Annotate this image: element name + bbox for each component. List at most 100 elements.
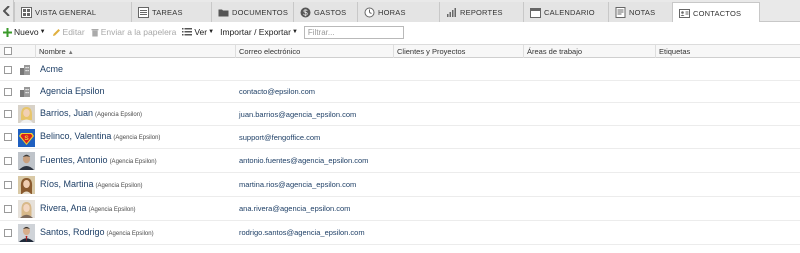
row-checkbox[interactable]: [4, 88, 12, 96]
contact-company: (Agencia Epsilon): [95, 183, 143, 189]
trash-button[interactable]: Enviar a la papelera: [91, 27, 177, 37]
notes-icon: [615, 6, 626, 18]
contact-email[interactable]: antonio.fuentes@agencia_epsilon.com: [239, 156, 368, 165]
contact-company: (Agencia Epsilon): [106, 231, 154, 237]
grid-header: Nombre ▲ Correo electrónico Clientes y P…: [0, 44, 800, 58]
toolbar: Nuevo ▼ Editar Enviar a la papelera Ver ▼ …: [0, 22, 800, 42]
column-header-clients[interactable]: Clientes y Proyectos: [394, 45, 524, 58]
import-export-button[interactable]: Importar / Exportar ▼: [220, 27, 298, 37]
trash-icon: [91, 28, 99, 36]
edit-button[interactable]: Editar: [52, 27, 85, 37]
contact-email[interactable]: martina.rios@agencia_epsilon.com: [239, 180, 356, 189]
chevron-down-icon: ▼: [208, 29, 215, 35]
tab-tasks[interactable]: TAREAS: [131, 2, 211, 22]
contact-name[interactable]: Ríos, Martina (Agencia Epsilon): [40, 179, 143, 189]
calendar-icon: [530, 7, 541, 18]
avatar: S: [18, 129, 35, 147]
tab-label: NOTAS: [629, 7, 656, 17]
tasks-icon: [138, 6, 149, 18]
overview-icon: [21, 6, 32, 18]
contact-name[interactable]: Agencia Epsilon: [40, 86, 105, 96]
tab-label: TAREAS: [152, 7, 183, 17]
plus-icon: [3, 27, 12, 37]
tab-label: VISTA GENERAL: [35, 7, 97, 17]
contact-email[interactable]: ana.rivera@agencia_epsilon.com: [239, 204, 350, 213]
tab-label: HORAS: [378, 7, 406, 17]
select-all-checkbox[interactable]: [4, 47, 12, 55]
contact-name[interactable]: Fuentes, Antonio (Agencia Epsilon): [40, 155, 157, 165]
svg-text:S: S: [24, 135, 29, 142]
tab-label: CONTACTOS: [693, 8, 742, 18]
view-button-label: Ver: [194, 27, 208, 37]
back-button[interactable]: [0, 0, 14, 22]
chevron-down-icon: ▼: [39, 29, 46, 35]
chevron-down-icon: ▼: [291, 29, 298, 35]
table-row[interactable]: Acme: [0, 59, 800, 81]
row-checkbox[interactable]: [4, 157, 12, 165]
tab-calendar[interactable]: CALENDARIO: [523, 2, 608, 22]
contact-name[interactable]: Belinco, Valentina (Agencia Epsilon): [40, 131, 160, 141]
row-checkbox[interactable]: [4, 205, 12, 213]
row-checkbox[interactable]: [4, 133, 12, 141]
contact-email[interactable]: juan.barrios@agencia_epsilon.com: [239, 110, 356, 119]
contact-name[interactable]: Barrios, Juan (Agencia Epsilon): [40, 108, 142, 118]
avatar: [18, 224, 35, 242]
sort-ascending-icon: ▲: [67, 50, 74, 56]
tab-hours[interactable]: HORAS: [357, 2, 439, 22]
filter-input[interactable]: [303, 25, 404, 39]
table-row[interactable]: Barrios, Juan (Agencia Epsilon) juan.barr…: [0, 103, 800, 126]
table-row[interactable]: Ríos, Martina (Agencia Epsilon) martina.r…: [0, 173, 800, 197]
tab-label: CALENDARIO: [544, 7, 595, 17]
table-row[interactable]: Fuentes, Antonio (Agencia Epsilon) antoni…: [0, 149, 800, 173]
tab-label: GASTOS: [314, 7, 347, 17]
contact-company: (Agencia Epsilon): [88, 207, 136, 213]
contact-name[interactable]: Acme: [40, 64, 63, 74]
hours-icon: [364, 7, 375, 17]
tab-notes[interactable]: NOTAS: [608, 2, 672, 22]
new-button[interactable]: Nuevo ▼: [3, 27, 46, 37]
column-header-tags[interactable]: Etiquetas: [656, 45, 800, 58]
column-header-name[interactable]: Nombre ▲: [36, 45, 236, 58]
company-icon: [20, 65, 30, 75]
tab-overview[interactable]: VISTA GENERAL: [14, 2, 131, 22]
view-button[interactable]: Ver ▼: [182, 27, 214, 37]
pencil-icon: [52, 28, 60, 36]
list-view-icon: [182, 28, 193, 36]
row-checkbox[interactable]: [4, 229, 12, 237]
avatar: [18, 200, 35, 218]
tab-reports[interactable]: REPORTES: [439, 2, 523, 22]
edit-button-label: Editar: [62, 27, 85, 37]
table-row[interactable]: S Belinco, Valentina (Agencia Epsilon) su…: [0, 126, 800, 149]
table-row[interactable]: Rivera, Ana (Agencia Epsilon) ana.rivera@…: [0, 197, 800, 221]
tab-documents[interactable]: DOCUMENTOS: [211, 2, 293, 22]
contact-email[interactable]: contacto@epsilon.com: [239, 87, 315, 96]
tab-label: REPORTES: [460, 7, 503, 17]
chevron-left-icon: [3, 6, 10, 16]
contact-email[interactable]: support@fengoffice.com: [239, 133, 320, 142]
tab-contacts[interactable]: CONTACTOS: [672, 2, 760, 23]
main-tab-bar: VISTA GENERAL TAREAS DOCUMENTOS $ GASTOS…: [0, 0, 800, 23]
contacts-icon: [679, 8, 690, 18]
contact-company: (Agencia Epsilon): [95, 112, 143, 118]
table-row[interactable]: Agencia Epsilon contacto@epsilon.com: [0, 81, 800, 103]
contact-name[interactable]: Santos, Rodrigo (Agencia Epsilon): [40, 227, 154, 237]
table-row[interactable]: Santos, Rodrigo (Agencia Epsilon) rodrigo…: [0, 221, 800, 245]
documents-icon: [218, 9, 229, 16]
new-button-label: Nuevo: [14, 27, 39, 37]
row-checkbox[interactable]: [4, 110, 12, 118]
row-checkbox[interactable]: [4, 181, 12, 189]
company-icon: [20, 87, 30, 97]
tab-expenses[interactable]: $ GASTOS: [293, 2, 357, 22]
trash-button-label: Enviar a la papelera: [100, 27, 177, 37]
tab-label: DOCUMENTOS: [232, 7, 289, 17]
row-checkbox[interactable]: [4, 66, 12, 74]
contact-company: (Agencia Epsilon): [113, 135, 161, 141]
avatar: [18, 152, 35, 170]
column-header-workspaces[interactable]: Áreas de trabajo: [524, 45, 656, 58]
svg-text:$: $: [303, 8, 308, 17]
contact-company: (Agencia Epsilon): [109, 159, 157, 165]
column-header-email[interactable]: Correo electrónico: [236, 45, 394, 58]
contact-email[interactable]: rodrigo.santos@agencia_epsilon.com: [239, 228, 365, 237]
contact-name[interactable]: Rivera, Ana (Agencia Epsilon): [40, 203, 136, 213]
reports-icon: [447, 7, 456, 17]
